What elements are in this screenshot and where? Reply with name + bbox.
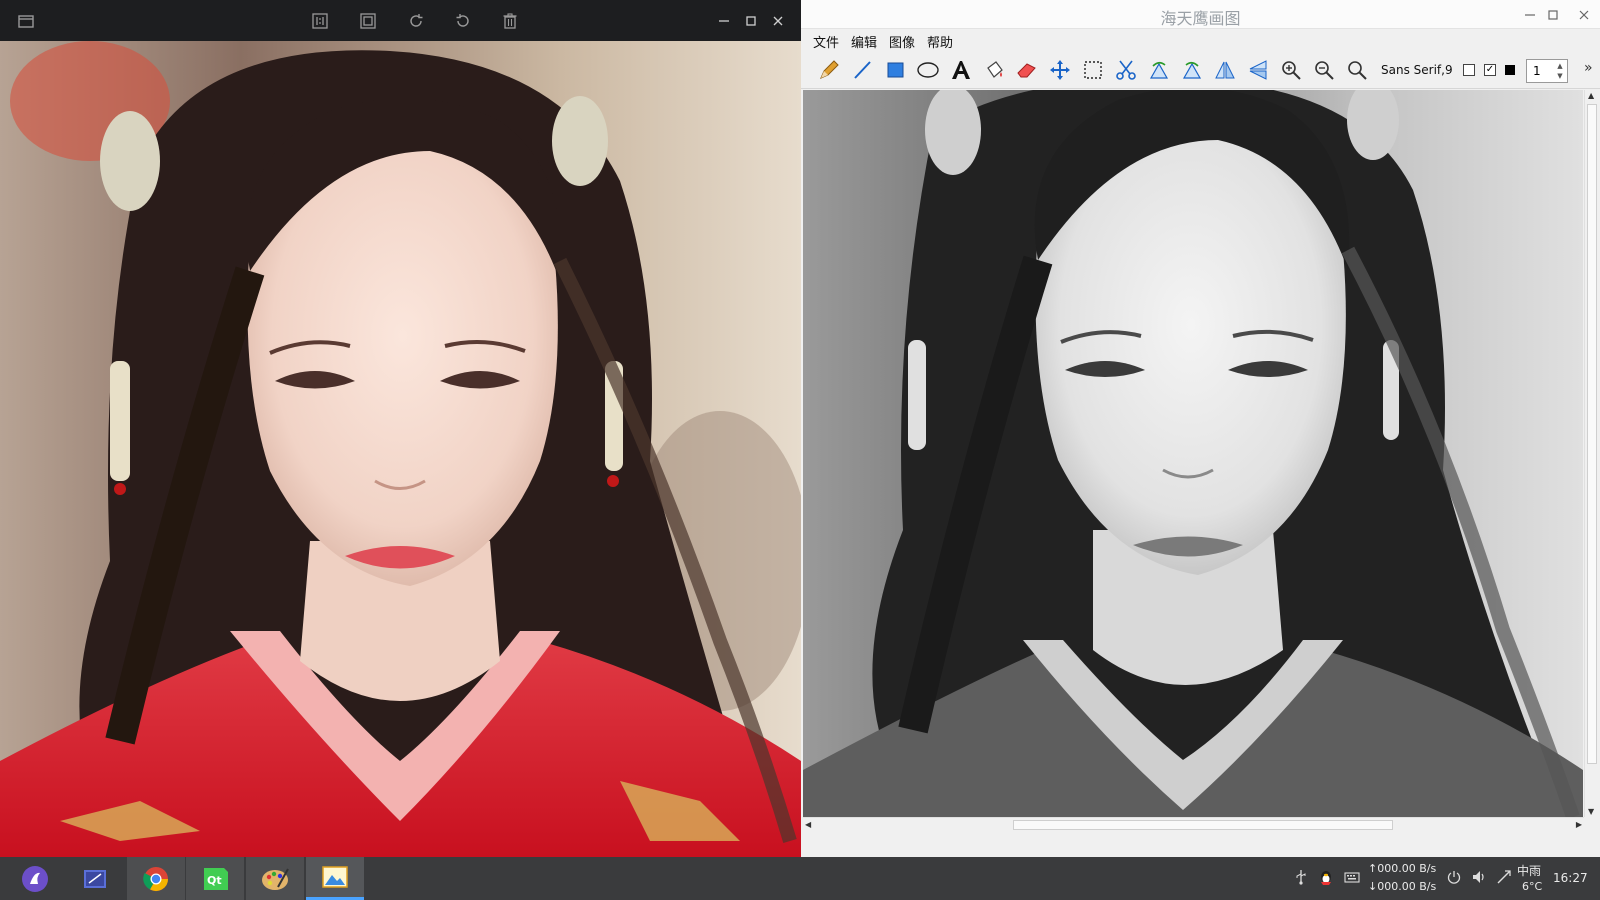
font-selector[interactable]: Sans Serif,9: [1381, 63, 1453, 77]
spin-arrows[interactable]: ▲ ▼: [1554, 61, 1566, 81]
original-size-icon[interactable]: [308, 9, 332, 33]
keyboard-icon[interactable]: [1344, 869, 1360, 889]
menu-image[interactable]: 图像: [885, 29, 921, 51]
menu-help[interactable]: 帮助: [923, 29, 959, 51]
menu-bar: 文件 编辑 图像 帮助: [801, 29, 1600, 51]
rotate-right-icon[interactable]: [1178, 56, 1206, 84]
close-icon[interactable]: [766, 9, 790, 33]
outline-checkbox[interactable]: ✓: [1484, 64, 1496, 76]
color-photo: [0, 41, 801, 857]
menu-edit[interactable]: 编辑: [847, 29, 883, 51]
weather-temperature: 6°C: [1522, 880, 1543, 893]
minimize-icon[interactable]: [712, 9, 736, 33]
minimize-icon[interactable]: [1519, 4, 1541, 26]
move-icon[interactable]: [1046, 56, 1074, 84]
grayscale-canvas[interactable]: [803, 90, 1583, 817]
scroll-left-icon[interactable]: ◀: [805, 820, 811, 829]
usb-icon[interactable]: [1295, 869, 1307, 889]
eraser-icon[interactable]: [1013, 56, 1041, 84]
editor-icon[interactable]: [66, 857, 124, 900]
rotate-counterclockwise-icon[interactable]: [451, 9, 475, 33]
launcher-icon[interactable]: [6, 857, 64, 900]
qq-icon[interactable]: [1318, 869, 1334, 891]
power-icon[interactable]: [1447, 869, 1461, 889]
scroll-down-icon[interactable]: ▼: [1588, 807, 1594, 816]
pencil-icon[interactable]: [815, 56, 843, 84]
taskbar: Qt ↑000.00 B/s ↓000.00 B/s 中雨 6°C 16:27: [0, 857, 1600, 900]
vertical-scroll-thumb[interactable]: [1587, 104, 1597, 764]
fill-bucket-icon[interactable]: [980, 56, 1008, 84]
text-icon[interactable]: [947, 56, 975, 84]
viewer-titlebar: [0, 0, 801, 41]
volume-icon[interactable]: [1471, 869, 1487, 889]
delete-icon[interactable]: [498, 9, 522, 33]
network-download-speed: ↓000.00 B/s: [1368, 880, 1437, 893]
network-icon[interactable]: [1496, 869, 1512, 889]
paint-titlebar: 海天鹰画图: [801, 0, 1600, 29]
menu-file[interactable]: 文件: [809, 29, 845, 51]
window-title: 海天鹰画图: [1160, 9, 1241, 28]
maximize-icon[interactable]: [739, 9, 763, 33]
zoom-in-icon[interactable]: [1277, 56, 1305, 84]
line-width-value: 1: [1533, 64, 1541, 78]
image-viewer-window: [0, 0, 801, 857]
cut-icon[interactable]: [1112, 56, 1140, 84]
paint-palette-icon[interactable]: [246, 857, 304, 900]
image-viewer-icon[interactable]: [306, 857, 364, 900]
qt-creator-icon[interactable]: Qt: [186, 857, 244, 900]
scroll-up-icon[interactable]: ▲: [1588, 91, 1594, 100]
svg-text:Qt: Qt: [207, 874, 222, 887]
flip-vertical-icon[interactable]: [1244, 56, 1272, 84]
sidebar-icon[interactable]: [14, 9, 38, 33]
flip-horizontal-icon[interactable]: [1211, 56, 1239, 84]
vertical-scrollbar[interactable]: ▲ ▼: [1584, 90, 1599, 817]
horizontal-scroll-thumb[interactable]: [1013, 820, 1393, 830]
select-rect-icon[interactable]: [1079, 56, 1107, 84]
fit-window-icon[interactable]: [356, 9, 380, 33]
tool-bar: Sans Serif,9 ✓ 1 ▲ ▼ »: [801, 51, 1600, 89]
chrome-icon[interactable]: [127, 857, 185, 900]
maximize-icon[interactable]: [1542, 4, 1564, 26]
rotate-left-icon[interactable]: [1145, 56, 1173, 84]
clock-time[interactable]: 16:27: [1553, 871, 1588, 885]
zoom-out-icon[interactable]: [1310, 56, 1338, 84]
rotate-clockwise-icon[interactable]: [404, 9, 428, 33]
scroll-right-icon[interactable]: ▶: [1576, 820, 1582, 829]
zoom-reset-icon[interactable]: [1343, 56, 1371, 84]
fill-checkbox[interactable]: [1463, 64, 1475, 76]
paint-window: 海天鹰画图 文件 编辑 图像 帮助 Sans Serif,9 ✓ 1 ▲ ▼ »…: [801, 0, 1600, 857]
rectangle-icon[interactable]: [881, 56, 909, 84]
network-upload-speed: ↑000.00 B/s: [1368, 862, 1437, 875]
color-swatch[interactable]: [1505, 65, 1515, 75]
horizontal-scrollbar[interactable]: ◀ ▶: [803, 817, 1584, 832]
weather-condition: 中雨: [1517, 864, 1542, 878]
line-icon[interactable]: [848, 56, 876, 84]
more-tools-button[interactable]: »: [1584, 60, 1593, 76]
line-width-spinbox[interactable]: 1 ▲ ▼: [1526, 59, 1568, 83]
ellipse-icon[interactable]: [914, 56, 942, 84]
close-icon[interactable]: [1573, 4, 1595, 26]
